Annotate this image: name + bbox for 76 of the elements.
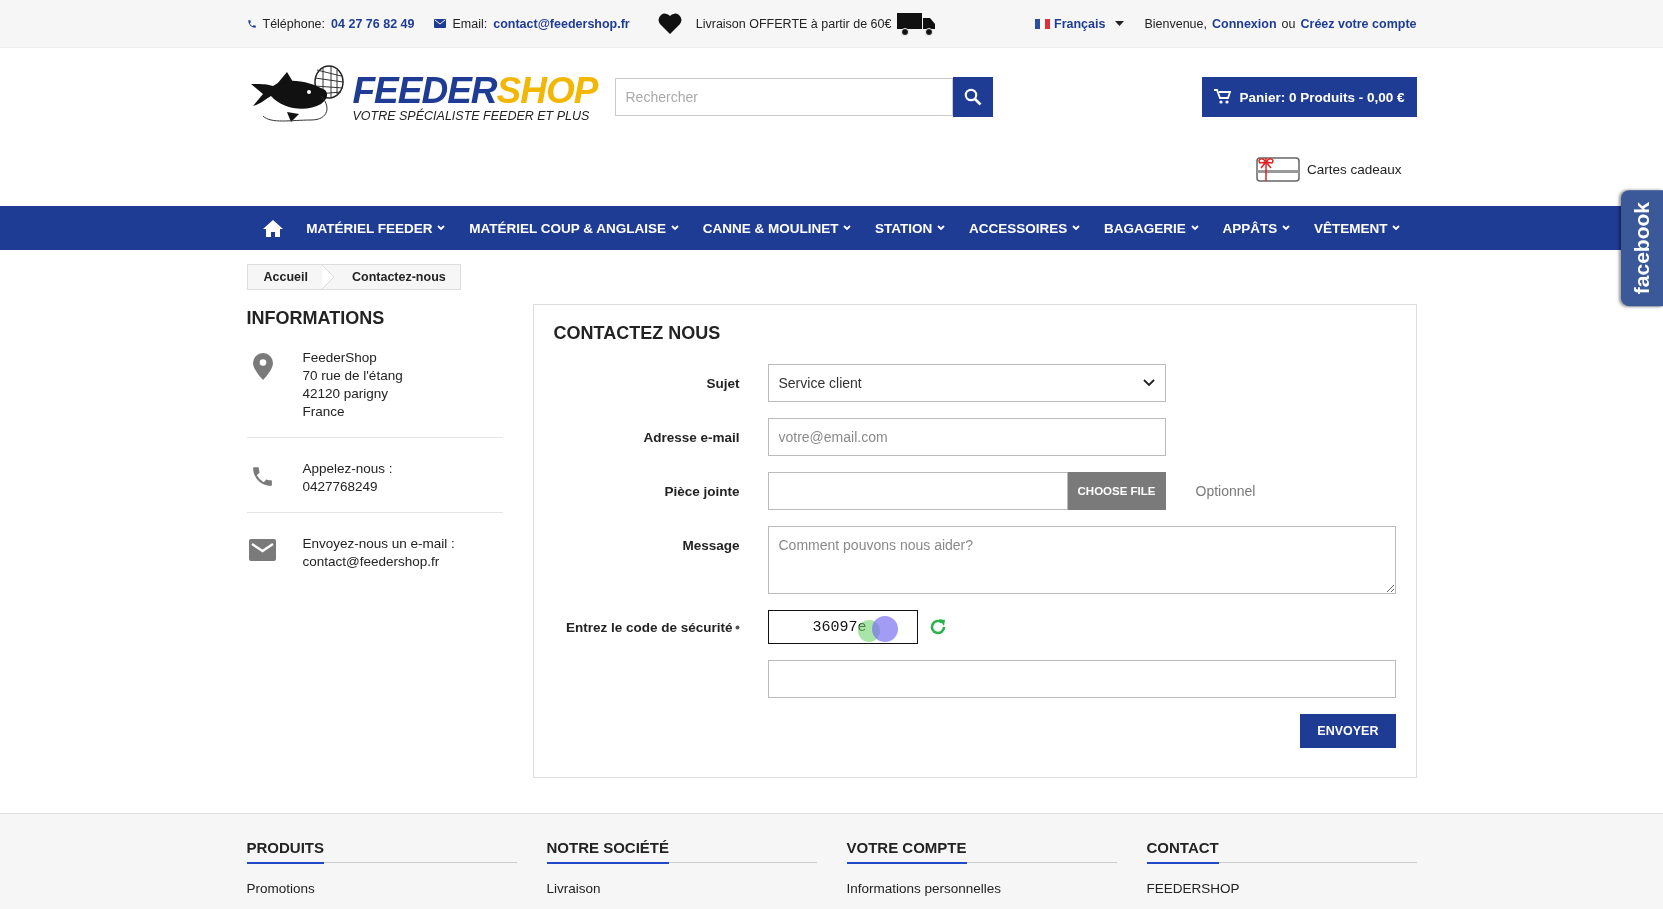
- file-name-field[interactable]: [767, 472, 1068, 510]
- logo-tagline: VOTRE SPÉCIALISTE FEEDER ET PLUS: [352, 108, 591, 123]
- field-label: Adresse e-mail: [643, 429, 740, 445]
- footer-link[interactable]: Informations personnelles: [846, 881, 1002, 896]
- facebook-tab[interactable]: facebook: [1621, 190, 1663, 307]
- footer-link[interactable]: Promotions: [246, 881, 315, 896]
- welcome-text: Bienvenue,: [1144, 16, 1207, 31]
- subject-dropdown[interactable]: Service client: [767, 364, 1166, 402]
- envelope-icon: [434, 19, 447, 28]
- form-title: CONTACTEZ NOUS: [553, 323, 722, 344]
- field-label: Entrez le code de sécurité: [565, 619, 733, 635]
- nav-menu-item[interactable]: VÊTEMENT: [1313, 220, 1401, 236]
- phone-icon: [246, 18, 257, 29]
- section-title: INFORMATIONS: [246, 308, 386, 329]
- phone-label: Téléphone:: [262, 16, 326, 31]
- contact-info-text: Appelez-nous : 0427768249: [302, 460, 393, 496]
- nav-menu-item[interactable]: ACCESSOIRES: [969, 220, 1081, 236]
- gift-cards-link[interactable]: Cartes cadeaux: [1306, 161, 1402, 177]
- language-selector[interactable]: Français: [1054, 16, 1106, 31]
- choose-file-button[interactable]: CHOOSE FILE: [1067, 472, 1166, 510]
- email-field[interactable]: votre@email.com: [767, 418, 1166, 456]
- nav-menu-item[interactable]: APPÂTS: [1222, 220, 1291, 236]
- phone-link[interactable]: 04 27 76 82 49: [331, 16, 415, 31]
- optional-note: Optionnel: [1195, 483, 1256, 499]
- caret-down-icon: [1115, 21, 1125, 26]
- chevron-down-icon: [1282, 225, 1291, 231]
- chevron-down-icon: [1142, 379, 1155, 387]
- chevron-down-icon: [670, 225, 679, 231]
- map-pin-icon: [252, 353, 273, 380]
- chevron-down-icon: [437, 225, 446, 231]
- message-field[interactable]: Comment pouvons nous aider?: [767, 526, 1396, 594]
- chevron-down-icon: [1392, 225, 1401, 231]
- nav-menu-item[interactable]: BAGAGERIE: [1104, 220, 1199, 236]
- send-button[interactable]: ENVOYER: [1300, 714, 1396, 748]
- contact-info-text: Envoyez-nous un e-mail : contact@feedershop.fr: [302, 535, 455, 571]
- nav-menu-item[interactable]: STATION: [875, 220, 946, 236]
- chevron-down-icon: [1072, 225, 1081, 231]
- field-label: Pièce jointe: [664, 483, 740, 499]
- footer-link[interactable]: Livraison: [546, 881, 601, 896]
- chevron-down-icon: [1190, 225, 1199, 231]
- footer-column-title: VOTRE COMPTE: [846, 839, 967, 864]
- nav-menu-item[interactable]: MATÉRIEL COUP & ANGLAISE: [469, 220, 679, 236]
- cart-button[interactable]: Panier: 0 Produits - 0,00 €: [1202, 77, 1417, 117]
- or-text: ou: [1281, 16, 1296, 31]
- footer-link[interactable]: FEEDERSHOP: [1146, 881, 1240, 896]
- heart-icon: [657, 13, 682, 34]
- search-field[interactable]: Rechercher: [614, 77, 953, 116]
- captcha-code: 36097e: [812, 618, 867, 636]
- chevron-down-icon: [937, 225, 946, 231]
- login-link[interactable]: Connexion: [1212, 16, 1277, 31]
- home-link[interactable]: [262, 219, 283, 237]
- delivery-text: Livraison OFFERTE à partir de 60€: [695, 16, 892, 31]
- search-button[interactable]: [952, 76, 993, 117]
- cart-icon: [1214, 89, 1232, 105]
- truck-icon: [897, 11, 938, 36]
- nav-menu-item[interactable]: CANNE & MOULINET: [702, 220, 852, 236]
- logo-wordmark[interactable]: FEEDERSHOP: [352, 71, 598, 109]
- field-label: Message: [682, 538, 740, 553]
- captcha-input-field[interactable]: [767, 660, 1396, 698]
- footer-column-title: CONTACT: [1146, 839, 1219, 864]
- email-label: Email:: [452, 16, 488, 31]
- register-link[interactable]: Créez votre compte: [1300, 16, 1417, 31]
- search-icon: [963, 87, 982, 106]
- contact-info-text: FeederShop 70 rue de l'étang 42120 parigny France: [302, 349, 403, 421]
- footer-column-title: PRODUITS: [246, 839, 324, 864]
- phone-icon: [250, 464, 275, 489]
- nav-menu-item[interactable]: MATÉRIEL FEEDER: [306, 220, 446, 236]
- chevron-down-icon: [843, 225, 852, 231]
- flag-icon: [1035, 18, 1050, 29]
- envelope-icon: [249, 539, 276, 561]
- footer-column-title: NOTRE SOCIÉTÉ: [546, 839, 669, 864]
- gift-card-icon: [1255, 156, 1300, 182]
- email-link[interactable]: contact@feedershop.fr: [493, 16, 630, 31]
- home-icon: [262, 219, 283, 237]
- field-label: Sujet: [706, 375, 740, 391]
- breadcrumb-link[interactable]: Accueil: [247, 270, 322, 284]
